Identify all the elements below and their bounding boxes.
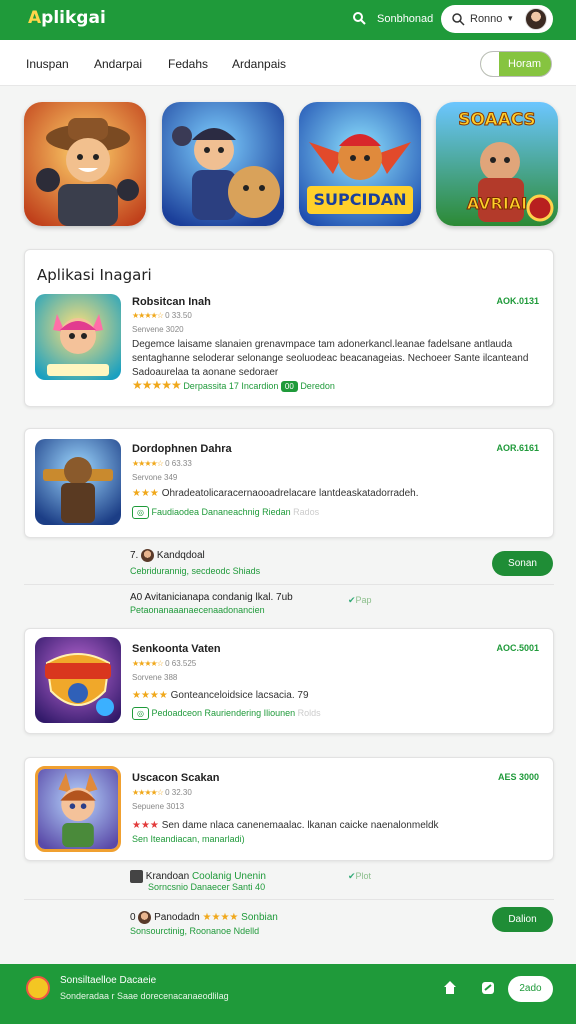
app-name-2[interactable]: Dordophnen Dahra — [132, 443, 232, 455]
list-row-2[interactable]: A0 Avitanicianapa condanig lkal. 7ub — [130, 592, 293, 603]
nav-item-2[interactable]: Andarpai — [94, 57, 142, 71]
row-icon-3 — [130, 870, 143, 883]
row-pill-button-1[interactable]: Sonan — [492, 551, 553, 576]
list-row-3-sub: Sorncsnio Danaecer Santi 40 — [148, 882, 266, 892]
app-price-4: AES 3000 — [497, 772, 539, 782]
app-desc-1: Degemce laisame slanaien grenavmpace tam… — [132, 339, 529, 378]
featured-tile-4[interactable]: SOAACS AVRIAI — [436, 102, 558, 226]
app-thumb-3 — [35, 637, 121, 723]
app-name-1[interactable]: Robsitcan Inah — [132, 296, 211, 308]
app-price-3: AOC.5001 — [496, 643, 539, 653]
toggle-label: Horam — [508, 58, 542, 70]
app-meta-2: ◎ Faudiaodea Dananeachnig Riedan Rados — [132, 506, 319, 519]
bottom-title: Sonsiltaelloe Dacaeie — [60, 975, 157, 986]
row-avatar-4 — [138, 911, 152, 924]
nav-toggle[interactable]: Horam — [480, 51, 552, 77]
search-icon[interactable] — [352, 11, 366, 25]
app-meta-4: Sen Iteandiacan, manarladi) — [132, 834, 245, 844]
list-row-4-sub: Sonsourctinig, Roonanoe Ndelld — [130, 926, 260, 936]
divider — [24, 899, 554, 900]
featured-tile-3[interactable]: SUPCIDAN — [299, 102, 421, 226]
bottom-bar: Sonsiltaelloe Dacaeie Sonderadaa r Saae … — [0, 964, 576, 1024]
bottom-pill-button[interactable]: 2ado — [508, 976, 553, 1002]
home-icon[interactable] — [442, 980, 458, 996]
app-thumb-4 — [35, 766, 121, 852]
app-card-4[interactable]: Uscacon Scakan AES 3000 ★★★★☆ 0 32.30 Se… — [24, 757, 554, 861]
app-thumb-1 — [35, 294, 121, 380]
user-avatar[interactable] — [525, 8, 547, 30]
magnifier-icon — [452, 13, 465, 26]
list-row-4[interactable]: 0 Panodadn ★★★★ Sonbian — [130, 911, 278, 924]
top-bar: Aplikgai Sonbhonad Ronno ▾ — [0, 0, 576, 40]
fox-girl-thumb — [38, 769, 118, 849]
app-sub-1: Senvene 3020 — [132, 325, 184, 334]
app-rating-2: ★★★★☆ 0 63.33 — [132, 459, 192, 468]
app-sub-2: Servone 349 — [132, 473, 178, 482]
app-logo[interactable]: Aplikgai — [28, 8, 106, 28]
hero-pet-game-art — [162, 102, 284, 226]
row-pill-button-2[interactable]: Dalion — [492, 907, 553, 932]
app-card-3[interactable]: Senkoonta Vaten AOC.5001 ★★★★☆ 0 63.525 … — [24, 628, 554, 734]
featured-tile-2[interactable] — [162, 102, 284, 226]
app-card-2[interactable]: Dordophnen Dahra AOR.6161 ★★★★☆ 0 63.33 … — [24, 428, 554, 538]
row-badge-2: ✔Pap — [348, 595, 372, 605]
nav-item-4[interactable]: Ardanpais — [232, 57, 286, 71]
share-icon[interactable] — [480, 980, 496, 996]
app-name-4[interactable]: Uscacon Scakan — [132, 772, 219, 784]
nav-item-1[interactable]: Inuspan — [26, 57, 69, 71]
app-rating-3: ★★★★☆ 0 63.525 — [132, 659, 197, 668]
app-price-2: AOR.6161 — [496, 443, 539, 453]
toggle-knob — [481, 52, 499, 76]
list-row-1[interactable]: 7. Kandqdoal — [130, 549, 205, 562]
featured-tile-1[interactable] — [24, 102, 146, 226]
app-meta-1: ★★★★★ Derpassita 17 Incardion 00 Deredon — [132, 378, 335, 392]
app-desc-2: ★★★ Ohradeatolicaracernaooadrelacare lan… — [132, 488, 419, 499]
armored-warrior-thumb — [35, 439, 121, 525]
app-thumb-2 — [35, 439, 121, 525]
section-title: Aplikasi Inagari — [37, 266, 152, 284]
featured-title-3: SUPCIDAN — [313, 190, 407, 209]
app-sub-3: Sorvene 388 — [132, 673, 178, 682]
bottom-logo-icon[interactable] — [26, 976, 50, 1000]
cat-hero-thumb — [35, 294, 121, 380]
shield-emblem-thumb — [35, 637, 121, 723]
bottom-subtitle: Sonderadaa r Saae dorecenacanaeodlilag — [60, 991, 229, 1001]
featured-subtitle-4: AVRIAI — [466, 194, 528, 214]
nav-bar: Inuspan Andarpai Fedahs Ardanpais Horam — [0, 40, 576, 86]
app-desc-3: ★★★★ Gonteanceloidsice lacsacia. 79 — [132, 690, 309, 701]
featured-title-4: SOAACS — [458, 110, 537, 131]
app-meta-3: ◎ Pedoadceon Rauriendering Iliounen Rold… — [132, 707, 321, 720]
app-card-1[interactable]: Aplikasi Inagari Robsitcan Inah AOK.0131… — [24, 249, 554, 407]
dropdown-caret-icon[interactable]: ▾ — [508, 13, 513, 24]
top-link[interactable]: Sonbhonad — [377, 13, 433, 25]
list-row-1-sub: Cebridurannig, secdeodc Shiads — [130, 566, 261, 576]
cowboy-game-art — [24, 102, 146, 226]
app-name-3[interactable]: Senkoonta Vaten — [132, 643, 221, 655]
search-input[interactable]: Ronno — [470, 13, 502, 25]
row-badge-3: ✔Plot — [348, 871, 372, 881]
app-rating-4: ★★★★☆ 0 32.30 — [132, 788, 192, 797]
list-row-2-sub: Petaonanaaanaecenaadonancien — [130, 605, 265, 615]
divider — [24, 584, 554, 585]
app-rating-1: ★★★★☆ 0 33.50 — [132, 311, 192, 320]
app-price-1: AOK.0131 — [496, 296, 539, 306]
nav-item-3[interactable]: Fedahs — [168, 57, 208, 71]
row-avatar-1 — [141, 549, 155, 562]
search-box[interactable]: Ronno ▾ — [441, 5, 553, 33]
app-sub-4: Sepuene 3013 — [132, 802, 185, 811]
app-desc-4: ★★★ Sen dame nlaca canenemaalac. lkanan … — [132, 820, 439, 831]
